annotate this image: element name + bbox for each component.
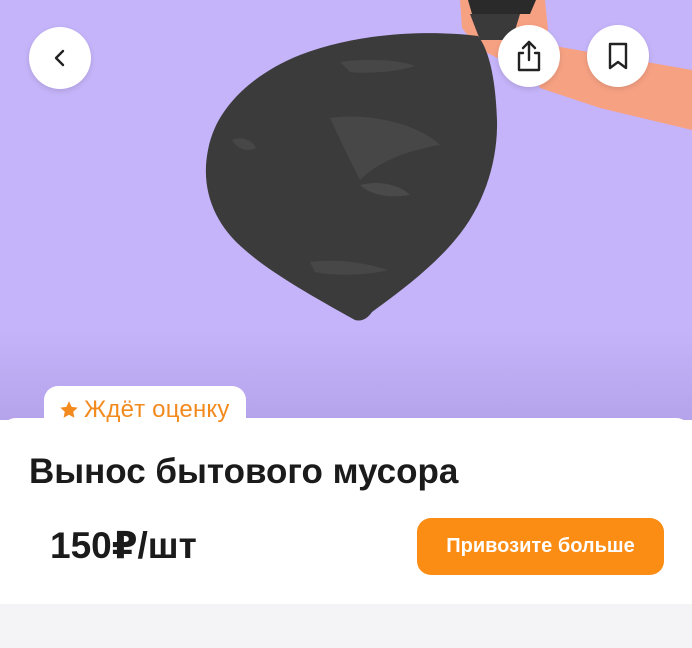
section-divider [0,604,692,648]
back-button[interactable] [29,27,91,89]
service-page: Ждёт оценку Вынос бытового мусора 150₽/ш… [0,0,692,648]
badge-label: Ждёт оценку [84,396,230,423]
bring-more-button[interactable]: Привозите больше [417,518,664,575]
service-info-panel [0,418,692,604]
bookmark-icon [608,42,628,70]
service-title: Вынос бытового мусора [29,452,459,491]
star-icon [60,401,78,418]
share-icon [517,40,541,72]
service-price: 150₽/шт [50,525,197,566]
chevron-left-icon [54,49,65,67]
share-button[interactable] [498,25,560,87]
rating-status-badge: Ждёт оценку [44,386,246,434]
bookmark-button[interactable] [587,25,649,87]
